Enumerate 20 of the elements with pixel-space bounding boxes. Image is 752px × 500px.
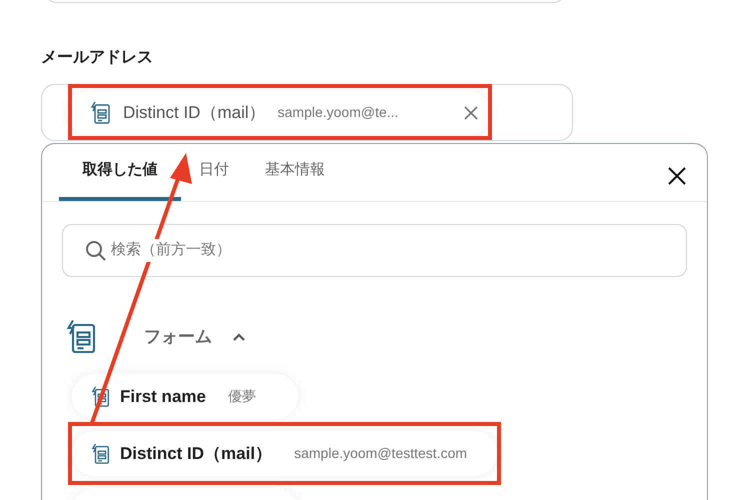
- field-item[interactable]: First name 優夢: [72, 374, 298, 419]
- input-field[interactable]: Distinct ID（mail） sample.yoom@te...: [41, 84, 573, 141]
- form-icon: [90, 442, 112, 464]
- chip-value: sample.yoom@te...: [278, 103, 398, 122]
- item-name: First name: [120, 386, 206, 408]
- value-chip[interactable]: Distinct ID（mail） sample.yoom@te...: [67, 90, 491, 134]
- field-item[interactable]: Distinct ID（mail） sample.yoom@testtest.com: [72, 431, 498, 476]
- field-label: メールアドレス: [41, 48, 154, 68]
- form-icon: [90, 386, 112, 408]
- section-title: フォーム: [144, 326, 212, 348]
- search-field[interactable]: 検索（前方一致）: [62, 224, 687, 277]
- item-name: Distinct ID（mail）: [120, 442, 272, 465]
- tab[interactable]: 日付: [181, 143, 247, 201]
- chip-name: Distinct ID（mail）: [123, 102, 266, 124]
- item-value: 優夢: [228, 387, 256, 406]
- close-icon[interactable]: [667, 166, 687, 186]
- item-value: sample.yoom@testtest.com: [294, 444, 468, 463]
- chevron-up-icon[interactable]: [232, 332, 246, 342]
- search-icon: [85, 240, 107, 262]
- tab[interactable]: 基本情報: [247, 143, 343, 201]
